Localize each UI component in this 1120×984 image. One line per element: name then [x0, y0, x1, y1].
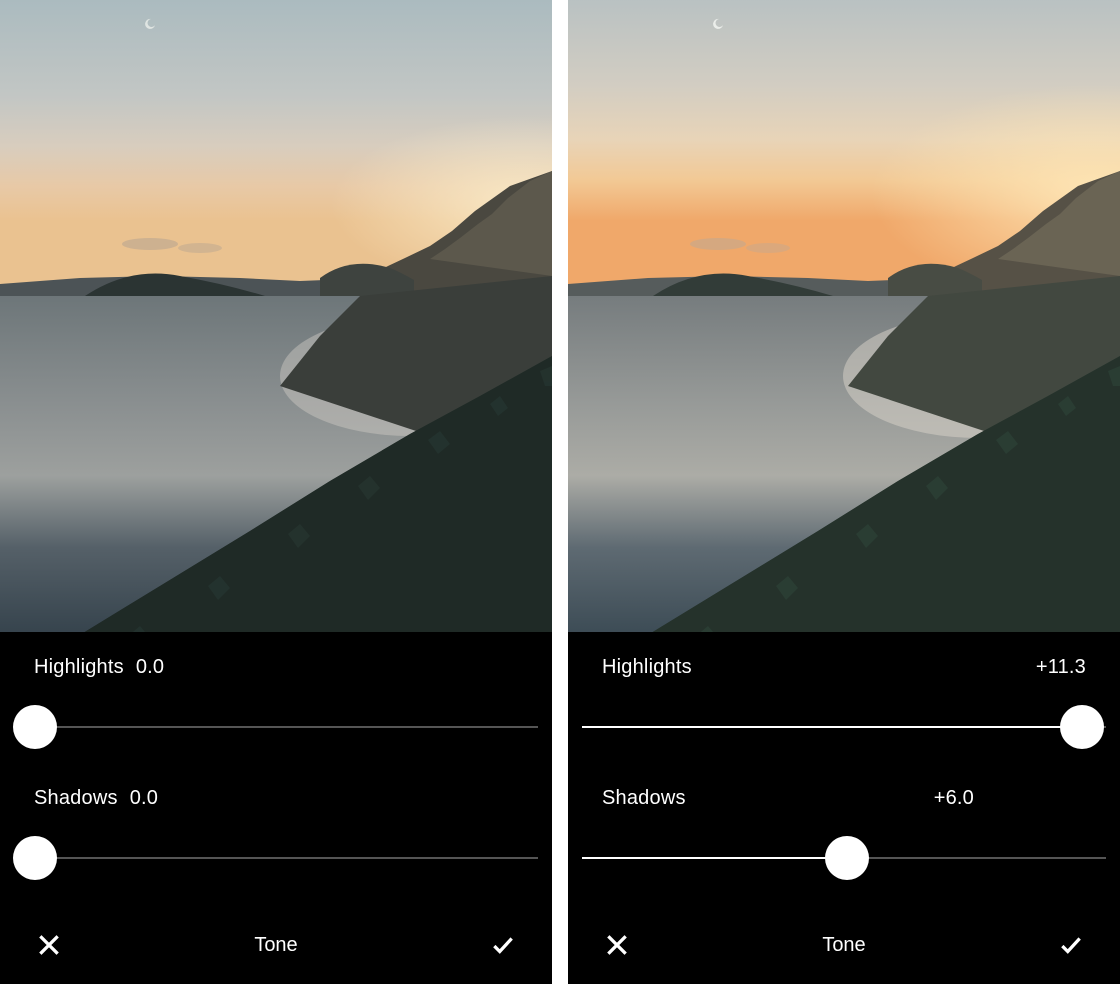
slider-thumb[interactable] — [13, 705, 57, 749]
check-icon — [490, 932, 516, 958]
shadows-slider-row: Shadows 0.0 — [14, 787, 538, 880]
confirm-button[interactable] — [490, 932, 516, 958]
shadows-slider[interactable] — [582, 836, 1106, 880]
shadows-slider-row: Shadows +6.0 — [582, 787, 1106, 880]
highlights-slider[interactable] — [14, 705, 538, 749]
highlights-label: Highlights — [602, 656, 692, 679]
highlights-value: 0.0 — [136, 656, 164, 679]
shadows-slider[interactable] — [14, 836, 538, 880]
cancel-button[interactable] — [604, 932, 630, 958]
editor-panel-after: Highlights +11.3 Shadows +6.0 — [568, 0, 1120, 984]
slider-label-group: Shadows 0.0 — [14, 787, 538, 810]
highlights-label: Highlights — [34, 656, 124, 679]
tool-title: Tone — [254, 934, 297, 957]
tone-controls: Highlights 0.0 Shadows 0.0 — [0, 632, 552, 984]
tone-controls: Highlights +11.3 Shadows +6.0 — [568, 632, 1120, 984]
editor-panel-before: Highlights 0.0 Shadows 0.0 — [0, 0, 552, 984]
slider-thumb[interactable] — [825, 836, 869, 880]
shadows-label: Shadows — [34, 787, 118, 810]
moon-icon — [144, 18, 156, 30]
check-icon — [1058, 932, 1084, 958]
highlights-slider-row: Highlights +11.3 — [582, 656, 1106, 749]
shadows-label: Shadows — [602, 787, 686, 810]
slider-thumb[interactable] — [13, 836, 57, 880]
moon-icon — [712, 18, 724, 30]
bottom-bar: Tone — [14, 918, 538, 984]
slider-thumb[interactable] — [1060, 705, 1104, 749]
cancel-button[interactable] — [36, 932, 62, 958]
tool-title: Tone — [822, 934, 865, 957]
highlights-value: +11.3 — [1036, 656, 1086, 679]
image-preview — [568, 0, 1120, 632]
slider-label-group: Highlights 0.0 — [14, 656, 538, 679]
highlights-slider-row: Highlights 0.0 — [14, 656, 538, 749]
close-icon — [604, 932, 630, 958]
bottom-bar: Tone — [582, 918, 1106, 984]
close-icon — [36, 932, 62, 958]
slider-label-group: Highlights +11.3 — [582, 656, 1106, 679]
confirm-button[interactable] — [1058, 932, 1084, 958]
slider-label-group: Shadows +6.0 — [582, 787, 1106, 810]
shadows-value: 0.0 — [130, 787, 158, 810]
shadows-value: +6.0 — [934, 787, 974, 810]
highlights-slider[interactable] — [582, 705, 1106, 749]
image-preview — [0, 0, 552, 632]
